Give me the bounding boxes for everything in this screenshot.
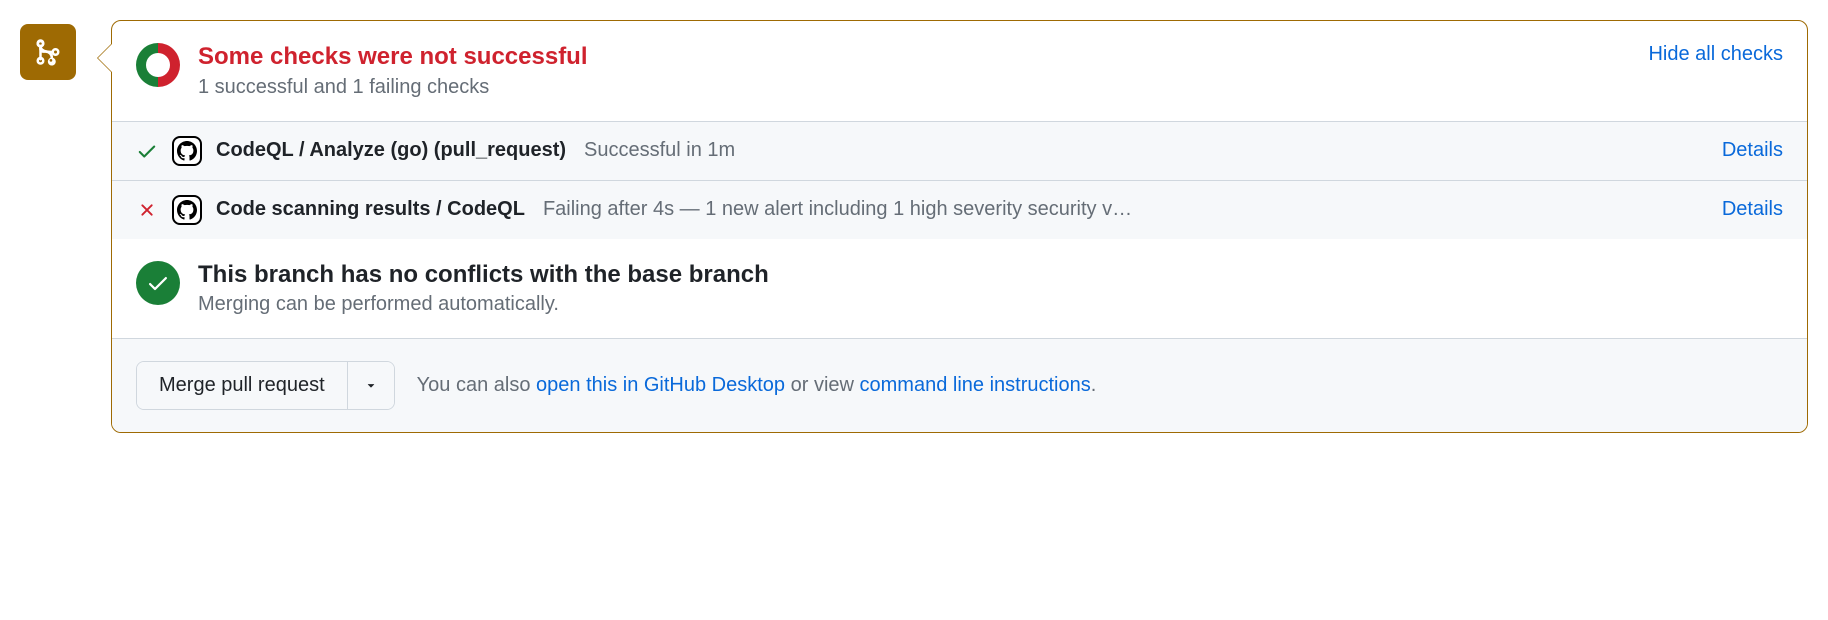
open-github-desktop-link[interactable]: open this in GitHub Desktop — [536, 374, 785, 396]
merge-footer: Merge pull request You can also open thi… — [112, 338, 1807, 432]
footer-text-prefix: You can also — [417, 374, 536, 396]
speech-pointer — [98, 44, 112, 72]
merge-conflict-section: This branch has no conflicts with the ba… — [112, 239, 1807, 338]
status-donut-icon — [136, 43, 180, 87]
checks-list: CodeQL / Analyze (go) (pull_request) Suc… — [112, 121, 1807, 239]
check-details-link[interactable]: Details — [1722, 198, 1783, 221]
check-row: CodeQL / Analyze (go) (pull_request) Suc… — [112, 122, 1807, 180]
command-line-instructions-link[interactable]: command line instructions — [860, 374, 1091, 396]
github-avatar-icon — [172, 195, 202, 225]
merge-ok-icon — [136, 261, 180, 305]
footer-text-mid: or view — [785, 374, 859, 396]
check-row: Code scanning results / CodeQL Failing a… — [112, 180, 1807, 239]
merge-status-title: This branch has no conflicts with the ba… — [198, 261, 1783, 289]
footer-text-suffix: . — [1091, 374, 1097, 396]
git-merge-badge — [20, 24, 76, 80]
merge-button-group: Merge pull request — [136, 361, 395, 410]
check-failure-icon — [136, 200, 158, 220]
merge-status-panel: Some checks were not successful 1 succes… — [111, 20, 1808, 433]
check-name: Code scanning results / CodeQL — [216, 198, 525, 221]
check-description: Failing after 4s — 1 new alert including… — [543, 198, 1132, 221]
merge-pull-request-button[interactable]: Merge pull request — [137, 362, 347, 409]
check-description: Successful in 1m — [584, 139, 735, 162]
caret-down-icon — [364, 378, 378, 392]
check-success-icon — [136, 140, 158, 162]
github-avatar-icon — [172, 136, 202, 166]
checks-summary-section: Some checks were not successful 1 succes… — [112, 21, 1807, 121]
merge-status-subtitle: Merging can be performed automatically. — [198, 293, 1783, 316]
merge-options-dropdown-button[interactable] — [347, 362, 394, 409]
checks-status-title: Some checks were not successful — [198, 43, 1630, 72]
checks-status-subtitle: 1 successful and 1 failing checks — [198, 76, 1630, 99]
hide-all-checks-link[interactable]: Hide all checks — [1648, 43, 1783, 66]
git-merge-icon — [33, 37, 63, 67]
merge-footer-text: You can also open this in GitHub Desktop… — [417, 374, 1097, 397]
check-details-link[interactable]: Details — [1722, 139, 1783, 162]
check-name: CodeQL / Analyze (go) (pull_request) — [216, 139, 566, 162]
